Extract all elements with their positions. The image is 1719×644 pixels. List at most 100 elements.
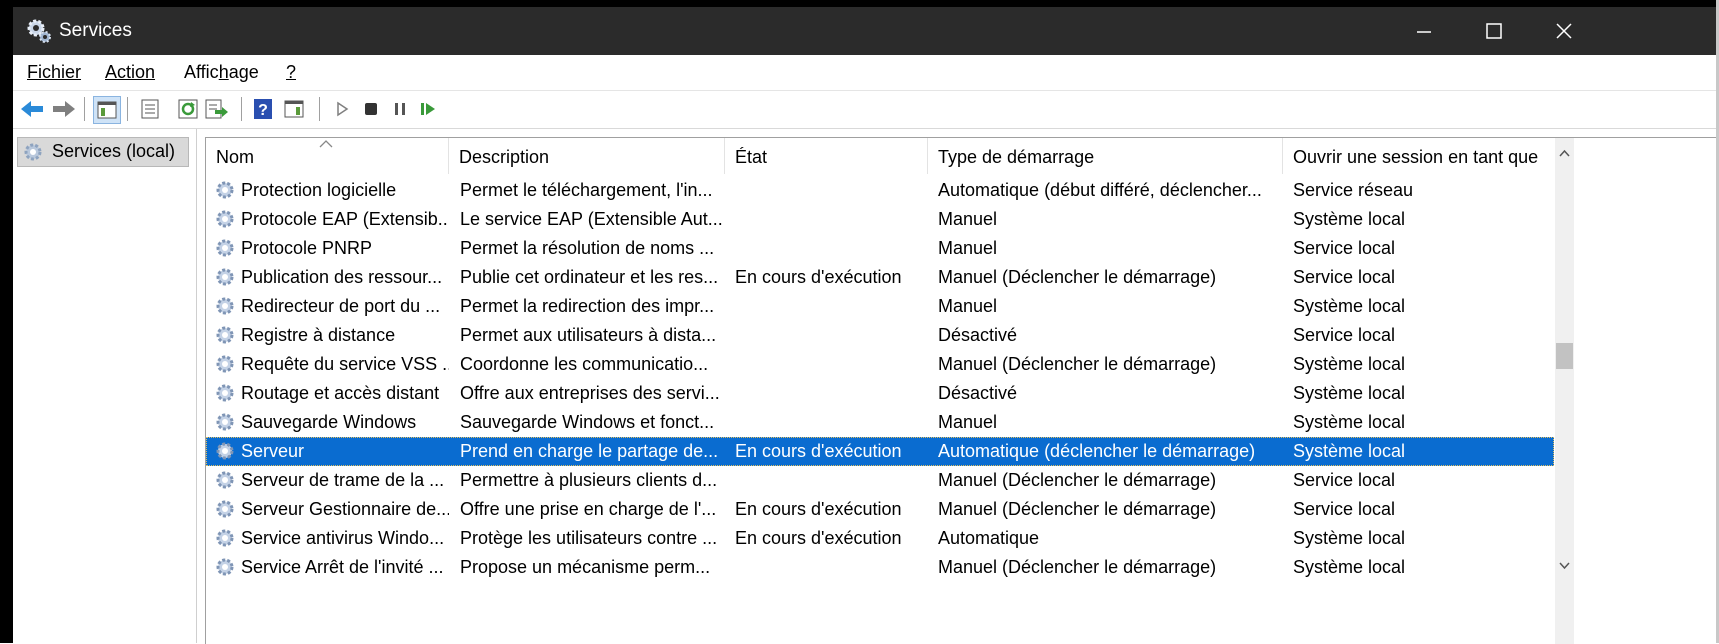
cell-state: En cours d'exécution: [735, 528, 902, 548]
close-button[interactable]: [1529, 7, 1599, 55]
console-tree: Services (local): [13, 129, 197, 643]
cell-startup-type: Manuel: [938, 296, 998, 316]
scroll-down-icon[interactable]: [1558, 561, 1571, 571]
column-header-state[interactable]: État: [725, 138, 928, 174]
cell-description: Permet aux utilisateurs à dista...: [460, 325, 717, 345]
cell-startup-type: Manuel (Déclencher le démarrage): [938, 557, 1217, 577]
table-row[interactable]: Serveur Prend en charge le partage de... E…: [206, 437, 1554, 466]
menu-action[interactable]: Action: [105, 62, 155, 83]
svg-text:?: ?: [258, 102, 268, 119]
table-row[interactable]: Protocole PNRP Permet la résolution de no…: [206, 234, 1554, 263]
service-gear-icon: [214, 527, 236, 549]
service-gear-icon: [214, 469, 236, 491]
forward-arrow-icon[interactable]: [51, 96, 77, 122]
vertical-scrollbar[interactable]: [1555, 138, 1574, 644]
table-row[interactable]: Protection logicielle Permet le télécharg…: [206, 176, 1554, 205]
toolbar-separator: [319, 97, 320, 121]
cell-name: Protocole EAP (Extensib...: [241, 209, 449, 229]
cell-name: Serveur: [241, 441, 305, 461]
table-row[interactable]: Registre à distance Permet aux utilisateu…: [206, 321, 1554, 350]
table-row[interactable]: Serveur Gestionnaire de... Offre une pris…: [206, 495, 1554, 524]
cell-name: Sauvegarde Windows: [241, 412, 417, 432]
export-list-icon[interactable]: [203, 96, 229, 122]
cell-name: Redirecteur de port du ...: [241, 296, 441, 316]
cell-name: Service Arrêt de l'invité ...: [241, 557, 444, 577]
help-icon[interactable]: ?: [250, 96, 276, 122]
cell-logon-as: Système local: [1293, 441, 1406, 461]
service-gear-icon: [214, 208, 236, 230]
start-service-icon[interactable]: [329, 96, 355, 122]
cell-logon-as: Système local: [1293, 528, 1406, 548]
service-gear-icon: [214, 556, 236, 578]
cell-state: En cours d'exécution: [735, 441, 902, 461]
cell-description: Permet la résolution de noms ...: [460, 238, 715, 258]
cell-logon-as: Service local: [1293, 470, 1396, 490]
table-row[interactable]: Serveur de trame de la ... Permettre à pl…: [206, 466, 1554, 495]
properties-icon[interactable]: [137, 96, 163, 122]
services-gear-icon: [27, 19, 51, 43]
cell-startup-type: Manuel: [938, 238, 998, 258]
minimize-button[interactable]: [1389, 7, 1459, 55]
table-row[interactable]: Routage et accès distant Offre aux entrep…: [206, 379, 1554, 408]
title-bar[interactable]: Services: [13, 7, 1719, 55]
restart-service-icon[interactable]: [415, 96, 441, 122]
table-row[interactable]: Publication des ressour... Publie cet ord…: [206, 263, 1554, 292]
cell-name: Serveur Gestionnaire de...: [241, 499, 449, 519]
table-row[interactable]: Protocole EAP (Extensib... Le service EAP…: [206, 205, 1554, 234]
toolbar-separator: [84, 97, 85, 121]
menu-fichier[interactable]: Fichier: [27, 62, 81, 83]
scroll-up-icon[interactable]: [1558, 148, 1571, 158]
stop-service-icon[interactable]: [358, 96, 384, 122]
minimize-icon: [1417, 31, 1431, 33]
menu-affichage[interactable]: Affichage: [184, 62, 259, 83]
service-gear-icon: [214, 382, 236, 404]
table-row[interactable]: Sauvegarde Windows Sauvegarde Windows et …: [206, 408, 1554, 437]
column-header-startup-type[interactable]: Type de démarrage: [928, 138, 1283, 174]
show-hide-action-pane-icon[interactable]: [281, 96, 307, 122]
tree-node-services-local[interactable]: Services (local): [17, 137, 189, 167]
cell-logon-as: Système local: [1293, 354, 1406, 374]
cell-startup-type: Manuel (Déclencher le démarrage): [938, 499, 1217, 519]
top-border: [13, 0, 1719, 7]
cell-logon-as: Service local: [1293, 325, 1396, 345]
cell-description: Permettre à plusieurs clients d...: [460, 470, 718, 490]
services-window: Services Fichier Action Affichage ? ? Se…: [0, 0, 1719, 644]
cell-logon-as: Service local: [1293, 238, 1396, 258]
table-row[interactable]: Service Arrêt de l'invité ... Propose un …: [206, 553, 1554, 582]
maximize-button[interactable]: [1459, 7, 1529, 55]
refresh-icon[interactable]: [175, 96, 201, 122]
cell-name: Routage et accès distant: [241, 383, 440, 403]
column-header-name[interactable]: Nom: [206, 138, 449, 174]
table-row[interactable]: Requête du service VSS ... Coordonne les …: [206, 350, 1554, 379]
cell-name: Protection logicielle: [241, 180, 397, 200]
service-gear-icon: [214, 353, 236, 375]
table-row[interactable]: Service antivirus Windo... Protège les ut…: [206, 524, 1554, 553]
cell-description: Le service EAP (Extensible Aut...: [460, 209, 723, 229]
sort-ascending-icon: [319, 140, 333, 148]
cell-state: En cours d'exécution: [735, 267, 902, 287]
pause-service-icon[interactable]: [387, 96, 413, 122]
cell-logon-as: Service local: [1293, 267, 1396, 287]
cell-name: Service antivirus Windo...: [241, 528, 445, 548]
cell-logon-as: Système local: [1293, 412, 1406, 432]
cell-startup-type: Automatique: [938, 528, 1040, 548]
cell-startup-type: Manuel (Déclencher le démarrage): [938, 470, 1217, 490]
cell-name: Publication des ressour...: [241, 267, 443, 287]
service-gear-icon: [214, 295, 236, 317]
column-header-logon-as[interactable]: Ouvrir une session en tant que: [1283, 138, 1553, 174]
table-row[interactable]: Redirecteur de port du ... Permet la redi…: [206, 292, 1554, 321]
cell-description: Offre une prise en charge de l'...: [460, 499, 717, 519]
scrollbar-thumb[interactable]: [1556, 343, 1573, 369]
services-gear-icon: [24, 143, 42, 161]
cell-name: Serveur de trame de la ...: [241, 470, 445, 490]
cell-logon-as: Service local: [1293, 499, 1396, 519]
cell-description: Coordonne les communicatio...: [460, 354, 709, 374]
back-arrow-icon[interactable]: [19, 96, 45, 122]
cell-description: Offre aux entreprises des servi...: [460, 383, 720, 403]
show-hide-console-tree-icon[interactable]: [93, 96, 121, 124]
menu-help[interactable]: ?: [286, 62, 296, 83]
cell-startup-type: Désactivé: [938, 383, 1018, 403]
cell-name: Requête du service VSS ...: [241, 354, 449, 374]
column-header-description[interactable]: Description: [449, 138, 725, 174]
cell-startup-type: Automatique (début différé, déclencher..…: [938, 180, 1262, 200]
